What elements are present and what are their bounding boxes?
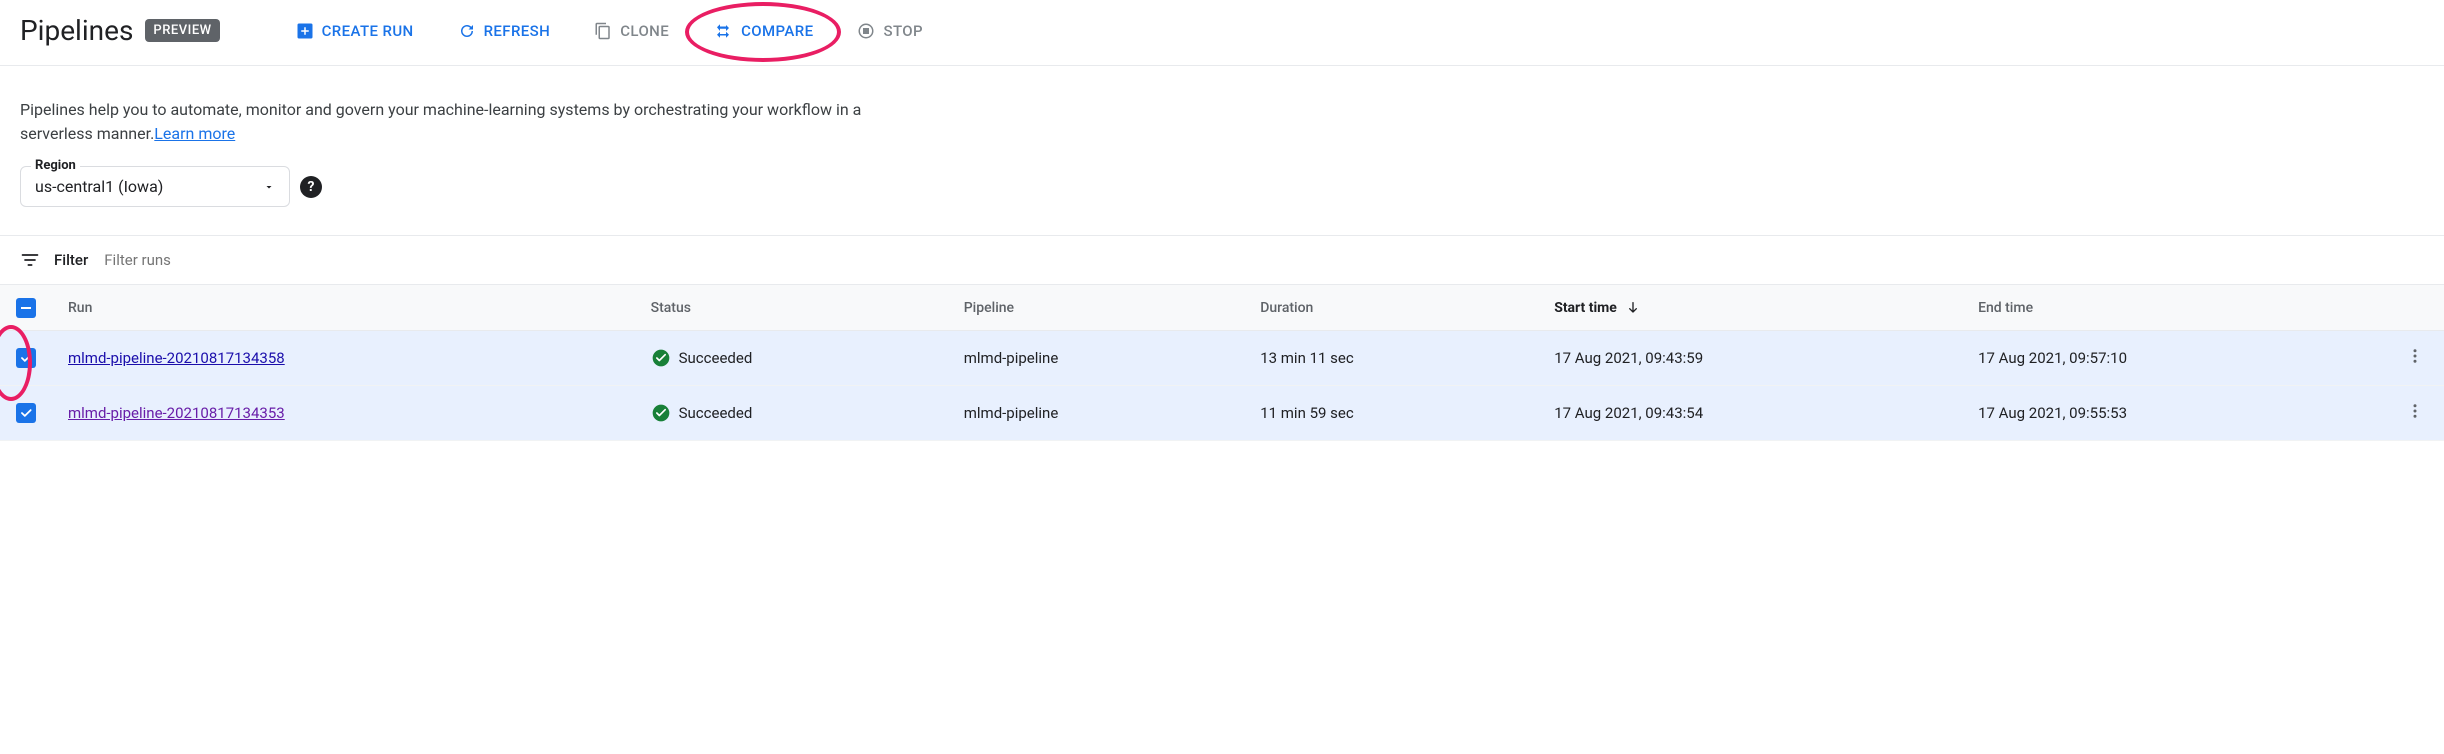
row-actions-button[interactable] bbox=[2402, 398, 2428, 428]
compare-label: COMPARE bbox=[741, 22, 813, 40]
col-start-time-label: Start time bbox=[1554, 300, 1617, 316]
intro-description: Pipelines help you to automate, monitor … bbox=[20, 100, 861, 143]
table-body: mlmd-pipeline-20210817134358 Succeeded m… bbox=[0, 331, 2444, 441]
refresh-icon bbox=[458, 22, 476, 40]
stop-icon bbox=[857, 22, 875, 40]
table-header-row: Run Status Pipeline Duration Start time … bbox=[0, 285, 2444, 331]
filter-input[interactable] bbox=[102, 250, 2424, 270]
clone-label: CLONE bbox=[620, 22, 669, 40]
row-checkbox[interactable] bbox=[16, 348, 36, 368]
duration-cell: 11 min 59 sec bbox=[1244, 386, 1538, 441]
preview-badge: PREVIEW bbox=[145, 19, 219, 42]
compare-icon bbox=[713, 22, 733, 40]
check-icon bbox=[19, 351, 33, 365]
filter-icon bbox=[20, 250, 40, 270]
clone-icon bbox=[594, 22, 612, 40]
row-checkbox-cell bbox=[0, 386, 52, 441]
col-start-time[interactable]: Start time bbox=[1538, 285, 1962, 331]
table-row: mlmd-pipeline-20210817134353 Succeeded m… bbox=[0, 386, 2444, 441]
success-icon bbox=[651, 348, 671, 368]
success-icon bbox=[651, 403, 671, 423]
page-title: Pipelines bbox=[20, 14, 133, 47]
intro-section: Pipelines help you to automate, monitor … bbox=[0, 66, 900, 235]
select-all-header bbox=[0, 285, 52, 331]
pipeline-cell: mlmd-pipeline bbox=[948, 386, 1244, 441]
plus-box-icon bbox=[296, 22, 314, 40]
region-label: Region bbox=[31, 158, 80, 173]
run-link[interactable]: mlmd-pipeline-20210817134353 bbox=[68, 404, 285, 422]
start-time-cell: 17 Aug 2021, 09:43:59 bbox=[1538, 331, 1962, 386]
pipeline-cell: mlmd-pipeline bbox=[948, 331, 1244, 386]
col-run[interactable]: Run bbox=[52, 285, 635, 331]
status-text: Succeeded bbox=[679, 349, 753, 367]
start-time-cell: 17 Aug 2021, 09:43:54 bbox=[1538, 386, 1962, 441]
filter-label: Filter bbox=[54, 251, 88, 269]
end-time-cell: 17 Aug 2021, 09:55:53 bbox=[1962, 386, 2386, 441]
status-cell: Succeeded bbox=[651, 348, 932, 368]
stop-label: STOP bbox=[883, 22, 923, 40]
end-time-cell: 17 Aug 2021, 09:57:10 bbox=[1962, 331, 2386, 386]
check-icon bbox=[19, 406, 33, 420]
filter-bar: Filter bbox=[0, 236, 2444, 284]
compare-button[interactable]: COMPARE bbox=[709, 16, 817, 46]
region-dropdown[interactable]: Region us-central1 (Iowa) bbox=[20, 166, 290, 207]
row-checkbox-cell bbox=[0, 331, 52, 386]
create-run-button[interactable]: CREATE RUN bbox=[292, 16, 418, 46]
clone-button: CLONE bbox=[590, 16, 673, 46]
stop-button: STOP bbox=[853, 16, 927, 46]
create-run-label: CREATE RUN bbox=[322, 22, 414, 40]
status-text: Succeeded bbox=[679, 404, 753, 422]
sort-desc-icon bbox=[1625, 300, 1641, 316]
col-status[interactable]: Status bbox=[635, 285, 948, 331]
duration-cell: 13 min 11 sec bbox=[1244, 331, 1538, 386]
chevron-down-icon bbox=[263, 181, 275, 193]
status-cell: Succeeded bbox=[651, 403, 932, 423]
col-pipeline[interactable]: Pipeline bbox=[948, 285, 1244, 331]
region-help-button[interactable]: ? bbox=[300, 176, 322, 198]
select-all-checkbox[interactable] bbox=[16, 298, 36, 318]
title-block: Pipelines PREVIEW bbox=[20, 14, 220, 47]
refresh-button[interactable]: REFRESH bbox=[454, 16, 555, 46]
col-end-time[interactable]: End time bbox=[1962, 285, 2386, 331]
action-bar: CREATE RUN REFRESH CLONE COMPARE STOP bbox=[292, 16, 927, 46]
col-actions bbox=[2386, 285, 2444, 331]
row-checkbox[interactable] bbox=[16, 403, 36, 423]
more-vert-icon bbox=[2406, 402, 2424, 420]
region-value: us-central1 (Iowa) bbox=[35, 177, 163, 196]
learn-more-link[interactable]: Learn more bbox=[154, 124, 235, 143]
region-box: Region us-central1 (Iowa) ? bbox=[20, 166, 322, 207]
row-actions-button[interactable] bbox=[2402, 343, 2428, 373]
more-vert-icon bbox=[2406, 347, 2424, 365]
intro-text: Pipelines help you to automate, monitor … bbox=[20, 98, 880, 146]
top-bar: Pipelines PREVIEW CREATE RUN REFRESH CLO… bbox=[0, 0, 2444, 66]
col-duration[interactable]: Duration bbox=[1244, 285, 1538, 331]
refresh-label: REFRESH bbox=[484, 22, 551, 40]
table-row: mlmd-pipeline-20210817134358 Succeeded m… bbox=[0, 331, 2444, 386]
run-link[interactable]: mlmd-pipeline-20210817134358 bbox=[68, 349, 285, 367]
runs-table: Run Status Pipeline Duration Start time … bbox=[0, 284, 2444, 441]
